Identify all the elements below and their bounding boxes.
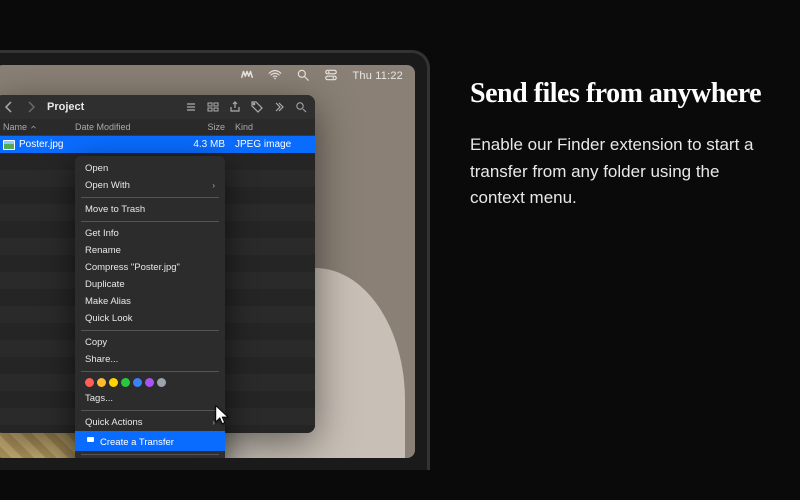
menu-separator [81, 410, 219, 411]
jpeg-file-icon [3, 140, 15, 150]
column-kind[interactable]: Kind [225, 122, 315, 132]
menu-item-open[interactable]: Open [75, 160, 225, 177]
menu-item-quick-look[interactable]: Quick Look [75, 310, 225, 327]
wetransfer-app-icon [85, 434, 96, 445]
menu-item-move-to-trash[interactable]: Move to Trash [75, 201, 225, 218]
file-size: 4.3 MB [170, 139, 225, 150]
menu-item-create-a-transfer[interactable]: Create a Transfer [75, 431, 225, 451]
control-center-icon[interactable] [324, 68, 338, 85]
menu-item-share[interactable]: Share... [75, 351, 225, 368]
menu-separator [81, 197, 219, 198]
column-size[interactable]: Size [170, 122, 225, 132]
clock[interactable]: Thu 11:22 [352, 70, 403, 82]
cursor-pointer [215, 405, 231, 427]
forward-button[interactable] [25, 101, 37, 113]
wifi-icon[interactable] [268, 68, 282, 85]
menu-item-open-with[interactable]: Open With› [75, 177, 225, 194]
menu-item-rename[interactable]: Rename [75, 242, 225, 259]
tag-icon[interactable] [251, 101, 263, 113]
menubar: Thu 11:22 [0, 65, 415, 87]
headline: Send files from anywhere [470, 78, 770, 110]
context-menu: OpenOpen With› Move to Trash Get InfoRenam… [75, 156, 225, 458]
tag-colors[interactable] [75, 375, 225, 390]
marketing-copy: Send files from anywhere Enable our Find… [470, 78, 770, 211]
view-list-icon[interactable] [185, 101, 197, 113]
desktop-background: Thu 11:22 Project Name Date Modified Siz… [0, 65, 415, 458]
menu-separator [81, 221, 219, 222]
menu-item-tags[interactable]: Tags... [75, 390, 225, 407]
menu-item-get-info[interactable]: Get Info [75, 225, 225, 242]
finder-toolbar: Project [0, 95, 315, 119]
file-row-selected[interactable]: Poster.jpg 4.3 MB JPEG image [0, 136, 315, 153]
column-date[interactable]: Date Modified [75, 122, 170, 132]
column-name[interactable]: Name [0, 122, 75, 132]
file-kind: JPEG image [225, 139, 315, 150]
more-chevron-icon[interactable] [273, 101, 285, 113]
share-icon[interactable] [229, 101, 241, 113]
menu-separator [81, 454, 219, 455]
menu-item-make-alias[interactable]: Make Alias [75, 293, 225, 310]
chevron-right-icon: › [212, 181, 215, 190]
menu-separator [81, 330, 219, 331]
menu-item-compress-poster-jpg[interactable]: Compress "Poster.jpg" [75, 259, 225, 276]
wetransfer-icon[interactable] [240, 68, 254, 85]
window-title: Project [47, 101, 84, 113]
file-name: Poster.jpg [19, 139, 63, 150]
back-button[interactable] [3, 101, 15, 113]
menu-item-duplicate[interactable]: Duplicate [75, 276, 225, 293]
view-options-icon[interactable] [207, 101, 219, 113]
search-icon[interactable] [296, 68, 310, 85]
menu-separator [81, 371, 219, 372]
menu-item-quick-actions[interactable]: Quick Actions› [75, 414, 225, 431]
laptop-frame: Thu 11:22 Project Name Date Modified Siz… [0, 50, 430, 470]
search-icon[interactable] [295, 101, 307, 113]
column-headers[interactable]: Name Date Modified Size Kind [0, 119, 315, 136]
menu-item-copy[interactable]: Copy [75, 334, 225, 351]
body-text: Enable our Finder extension to start a t… [470, 132, 770, 211]
